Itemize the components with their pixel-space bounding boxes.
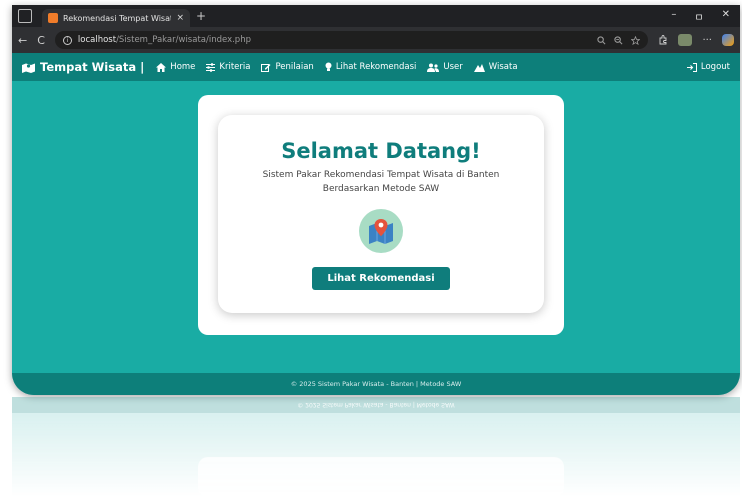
welcome-container: Selamat Datang! Sistem Pakar Rekomendasi… [198, 95, 564, 335]
reflection-card [198, 457, 564, 497]
omnibox-actions [597, 35, 641, 45]
welcome-card: Selamat Datang! Sistem Pakar Rekomendasi… [218, 115, 544, 313]
nav-menu: Home Kriteria Penilaian Lihat Rekomendas… [156, 62, 518, 72]
brand[interactable]: Tempat Wisata | [22, 60, 144, 74]
main-content: Selamat Datang! Sistem Pakar Rekomendasi… [12, 81, 740, 373]
nav-item-wisata[interactable]: Wisata [473, 62, 518, 72]
brand-label: Tempat Wisata | [40, 60, 145, 74]
nav-item-penilaian[interactable]: Penilaian [261, 62, 314, 72]
browser-window: Rekomendasi Tempat Wisata di B × + – ㅁ ✕… [12, 5, 740, 395]
users-icon [427, 63, 440, 72]
toolbar-right: ··· [658, 34, 734, 46]
sliders-icon [206, 62, 216, 72]
edit-icon [261, 63, 271, 72]
footer-text: © 2025 Sistem Pakar Wisata - Banten | Me… [290, 380, 462, 388]
welcome-subtitle: Sistem Pakar Rekomendasi Tempat Wisata d… [262, 170, 500, 194]
extensions-icon[interactable] [658, 35, 668, 45]
tab-strip: Rekomendasi Tempat Wisata di B × + – ㅁ ✕ [12, 5, 740, 27]
nav-item-home[interactable]: Home [156, 62, 195, 72]
window-reflection: © 2025 Sistem Pakar Wisata - Banten | Me… [12, 397, 740, 497]
star-icon[interactable] [631, 35, 641, 45]
copilot-icon[interactable] [722, 34, 734, 46]
nav-item-kriteria[interactable]: Kriteria [206, 62, 250, 72]
address-bar: ← C i localhost/Sistem_Pakar/wisata/inde… [12, 27, 740, 53]
window-controls: – ㅁ ✕ [671, 9, 740, 24]
window-menu-icon[interactable] [18, 9, 32, 23]
url-path: /Sistem_Pakar/wisata/index.php [116, 35, 251, 45]
nav-item-user[interactable]: User [427, 62, 463, 72]
more-icon[interactable]: ··· [702, 35, 712, 46]
logout-label: Logout [700, 62, 730, 72]
nav-item-label: Home [170, 62, 196, 72]
mountain-icon [473, 63, 485, 72]
logout-icon [686, 62, 697, 72]
search-icon[interactable] [597, 35, 606, 45]
nav-item-label: Kriteria [219, 62, 251, 72]
restore-icon[interactable]: ㅁ [694, 9, 703, 24]
footer: © 2025 Sistem Pakar Wisata - Banten | Me… [12, 373, 740, 395]
nav-item-label: User [443, 62, 463, 72]
app-navbar: Tempat Wisata | Home Kriteria Penilaian [12, 53, 740, 81]
logout-link[interactable]: Logout [686, 62, 730, 72]
tab-title: Rekomendasi Tempat Wisata di B [63, 13, 171, 23]
tab-close-icon[interactable]: × [176, 13, 184, 23]
back-icon[interactable]: ← [18, 34, 27, 47]
screenshot-stage: Rekomendasi Tempat Wisata di B × + – ㅁ ✕… [0, 0, 742, 497]
url-host: localhost [77, 35, 117, 45]
lihat-rekomendasi-button[interactable]: Lihat Rekomendasi [312, 266, 450, 290]
reflection-footer: © 2025 Sistem Pakar Wisata - Banten | Me… [12, 397, 740, 413]
site-info-icon[interactable]: i [62, 35, 72, 45]
home-icon [156, 62, 167, 72]
nav-item-label: Wisata [488, 62, 518, 72]
reload-icon[interactable]: C [37, 34, 45, 47]
map-location-icon [359, 208, 403, 253]
lightbulb-icon [325, 62, 332, 71]
minimize-icon[interactable]: – [671, 9, 676, 24]
nav-item-label: Lihat Rekomendasi [335, 62, 417, 72]
nav-item-label: Penilaian [275, 62, 314, 72]
favicon-icon [48, 13, 58, 23]
welcome-title: Selamat Datang! [281, 139, 481, 163]
nav-item-lihat-rekomendasi[interactable]: Lihat Rekomendasi [325, 62, 417, 72]
reflection-footer-text: © 2025 Sistem Pakar Wisata - Banten | Me… [297, 401, 455, 409]
close-window-icon[interactable]: ✕ [722, 9, 730, 24]
profile-icon[interactable] [678, 34, 693, 46]
browser-tab[interactable]: Rekomendasi Tempat Wisata di B × [42, 9, 190, 27]
url-text: localhost/Sistem_Pakar/wisata/index.php [78, 35, 251, 45]
map-marked-icon [22, 63, 35, 73]
zoom-icon[interactable] [614, 35, 623, 45]
new-tab-icon[interactable]: + [196, 9, 206, 23]
url-input[interactable]: i localhost/Sistem_Pakar/wisata/index.ph… [54, 31, 649, 49]
